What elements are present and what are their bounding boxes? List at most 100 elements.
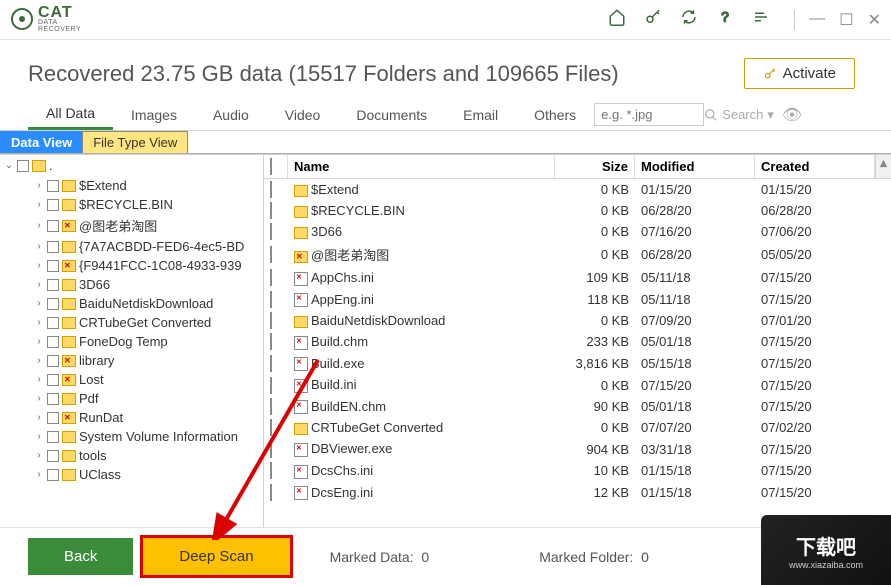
checkbox[interactable]	[270, 202, 272, 219]
caret-icon[interactable]: ›	[34, 180, 44, 191]
caret-icon[interactable]: ›	[34, 355, 44, 366]
tab-video[interactable]: Video	[267, 101, 339, 129]
col-created[interactable]: Created	[755, 155, 875, 178]
checkbox[interactable]	[47, 279, 59, 291]
checkbox[interactable]	[270, 291, 272, 308]
scroll-up-icon[interactable]: ▴	[876, 155, 891, 171]
checkbox[interactable]	[47, 180, 59, 192]
caret-icon[interactable]: ›	[34, 450, 44, 461]
minimize-icon[interactable]: —	[809, 10, 825, 30]
checkbox[interactable]	[47, 374, 59, 386]
table-row[interactable]: AppEng.ini 118 KB 05/11/18 07/15/20	[264, 289, 891, 311]
tab-documents[interactable]: Documents	[338, 101, 445, 129]
table-row[interactable]: $RECYCLE.BIN 0 KB 06/28/20 06/28/20	[264, 200, 891, 221]
checkbox[interactable]	[47, 355, 59, 367]
tree-item[interactable]: › System Volume Information	[0, 427, 263, 446]
table-row[interactable]: DcsEng.ini 12 KB 01/15/18 07/15/20	[264, 482, 891, 504]
search-input[interactable]	[594, 103, 704, 126]
caret-icon[interactable]: ›	[34, 298, 44, 309]
checkbox[interactable]	[270, 355, 272, 372]
table-row[interactable]: BaiduNetdiskDownload 0 KB 07/09/20 07/01…	[264, 310, 891, 331]
caret-icon[interactable]: ›	[34, 279, 44, 290]
table-row[interactable]: CRTubeGet Converted 0 KB 07/07/20 07/02/…	[264, 417, 891, 438]
table-row[interactable]: Build.chm 233 KB 05/01/18 07/15/20	[264, 331, 891, 353]
checkbox[interactable]	[47, 317, 59, 329]
caret-icon[interactable]: ›	[34, 336, 44, 347]
checkbox[interactable]	[270, 333, 272, 350]
checkbox[interactable]	[270, 419, 272, 436]
caret-icon[interactable]: ›	[34, 199, 44, 210]
checkbox[interactable]	[270, 484, 272, 501]
tab-all-data[interactable]: All Data	[28, 99, 113, 130]
tree-item[interactable]: › Pdf	[0, 389, 263, 408]
tab-others[interactable]: Others	[516, 101, 594, 129]
checkbox[interactable]	[47, 241, 59, 253]
tree-item[interactable]: › UClass	[0, 465, 263, 484]
search-button[interactable]: Search ▾	[704, 107, 774, 123]
refresh-icon[interactable]	[680, 8, 698, 31]
maximize-icon[interactable]: ☐	[839, 10, 853, 30]
eye-icon[interactable]: 👁	[782, 105, 802, 125]
tree-item[interactable]: › {7A7ACBDD-FED6-4ec5-BD	[0, 237, 263, 256]
tab-data-view[interactable]: Data View	[0, 131, 83, 153]
tab-file-type-view[interactable]: File Type View	[82, 131, 188, 153]
col-name[interactable]: Name	[288, 155, 555, 178]
select-all-checkbox[interactable]	[270, 158, 272, 175]
caret-icon[interactable]: ›	[34, 317, 44, 328]
caret-icon[interactable]: ›	[34, 220, 44, 231]
table-row[interactable]: BuildEN.chm 90 KB 05/01/18 07/15/20	[264, 396, 891, 418]
tree-item[interactable]: › tools	[0, 446, 263, 465]
checkbox[interactable]	[270, 377, 272, 394]
table-row[interactable]: DBViewer.exe 904 KB 03/31/18 07/15/20	[264, 438, 891, 460]
table-row[interactable]: @图老弟淘图 0 KB 06/28/20 05/05/20	[264, 242, 891, 267]
checkbox[interactable]	[270, 269, 272, 286]
tree-root[interactable]: ⌄ .	[0, 155, 263, 176]
checkbox[interactable]	[47, 450, 59, 462]
checkbox[interactable]	[47, 469, 59, 481]
checkbox[interactable]	[270, 181, 272, 198]
key-icon[interactable]	[644, 8, 662, 31]
checkbox[interactable]	[47, 199, 59, 211]
table-row[interactable]: Build.ini 0 KB 07/15/20 07/15/20	[264, 374, 891, 396]
tree-item[interactable]: › CRTubeGet Converted	[0, 313, 263, 332]
tab-email[interactable]: Email	[445, 101, 516, 129]
tab-images[interactable]: Images	[113, 101, 195, 129]
settings-icon[interactable]	[752, 8, 770, 31]
checkbox[interactable]	[47, 220, 59, 232]
col-size[interactable]: Size	[555, 155, 635, 178]
deep-scan-button[interactable]: Deep Scan	[143, 538, 289, 575]
checkbox[interactable]	[47, 336, 59, 348]
caret-icon[interactable]: ›	[34, 241, 44, 252]
checkbox[interactable]	[47, 298, 59, 310]
activate-button[interactable]: Activate	[744, 58, 855, 89]
checkbox[interactable]	[47, 393, 59, 405]
checkbox[interactable]	[47, 260, 59, 272]
tree-item[interactable]: › $Extend	[0, 176, 263, 195]
table-row[interactable]: AppChs.ini 109 KB 05/11/18 07/15/20	[264, 267, 891, 289]
tree-item[interactable]: › 3D66	[0, 275, 263, 294]
col-modified[interactable]: Modified	[635, 155, 755, 178]
checkbox[interactable]	[270, 312, 272, 329]
tab-audio[interactable]: Audio	[195, 101, 267, 129]
caret-icon[interactable]: ›	[34, 393, 44, 404]
table-row[interactable]: DcsChs.ini 10 KB 01/15/18 07/15/20	[264, 460, 891, 482]
tree-item[interactable]: › $RECYCLE.BIN	[0, 195, 263, 214]
caret-icon[interactable]: ›	[34, 374, 44, 385]
caret-icon[interactable]: ›	[34, 431, 44, 442]
checkbox[interactable]	[270, 398, 272, 415]
tree-item[interactable]: › {F9441FCC-1C08-4933-939	[0, 256, 263, 275]
back-button[interactable]: Back	[28, 538, 133, 575]
home-icon[interactable]	[608, 8, 626, 31]
checkbox[interactable]	[270, 441, 272, 458]
tree-item[interactable]: › RunDat	[0, 408, 263, 427]
caret-icon[interactable]: ⌄	[4, 160, 14, 171]
checkbox[interactable]	[270, 246, 272, 263]
table-row[interactable]: Build.exe 3,816 KB 05/15/18 07/15/20	[264, 353, 891, 375]
checkbox[interactable]	[270, 462, 272, 479]
checkbox[interactable]	[17, 160, 29, 172]
help-icon[interactable]: ?	[716, 8, 734, 31]
tree-item[interactable]: › FoneDog Temp	[0, 332, 263, 351]
caret-icon[interactable]: ›	[34, 260, 44, 271]
caret-icon[interactable]: ›	[34, 412, 44, 423]
table-row[interactable]: $Extend 0 KB 01/15/20 01/15/20	[264, 179, 891, 200]
